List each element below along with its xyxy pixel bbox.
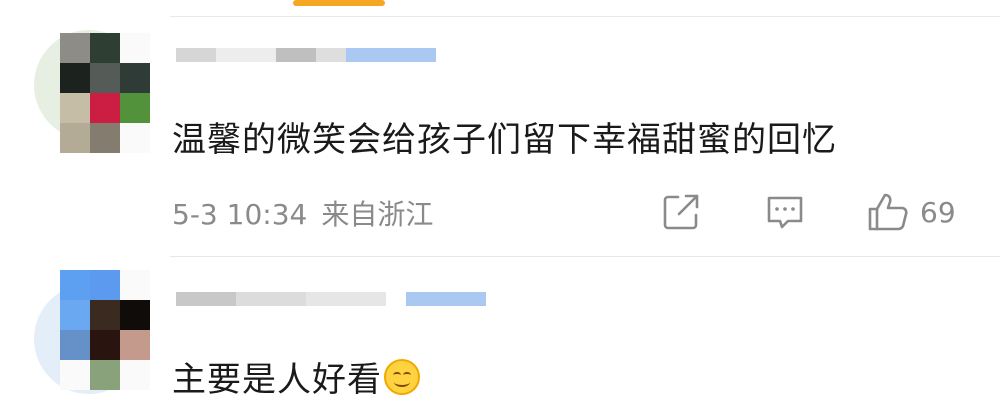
avatar[interactable] — [60, 270, 150, 390]
like-icon — [868, 193, 908, 231]
share-button[interactable] — [660, 188, 702, 236]
comment-divider — [170, 256, 1000, 257]
like-count: 69 — [920, 195, 956, 229]
comment-text-body: 主要是人好看 — [172, 360, 382, 400]
smile-emoji-icon — [384, 359, 420, 395]
comment-location: 来自浙江 — [321, 198, 434, 231]
comment-text: 温馨的微笑会给孩子们留下幸福甜蜜的回忆 — [172, 120, 837, 160]
author-name-blurred[interactable] — [176, 292, 486, 306]
comment-button[interactable] — [764, 188, 806, 236]
header-divider — [170, 16, 1000, 17]
comment-icon — [767, 196, 803, 229]
author-name-blurred[interactable] — [176, 48, 436, 62]
comment-text: 主要是人好看 — [172, 352, 420, 401]
active-tab-indicator — [293, 0, 385, 6]
share-icon — [663, 194, 699, 230]
avatar[interactable] — [60, 33, 150, 153]
comment-meta: 5-3 10:34 来自浙江 — [172, 193, 433, 233]
like-button[interactable]: 69 — [866, 188, 956, 236]
comment-time: 5-3 10:34 — [172, 198, 308, 231]
